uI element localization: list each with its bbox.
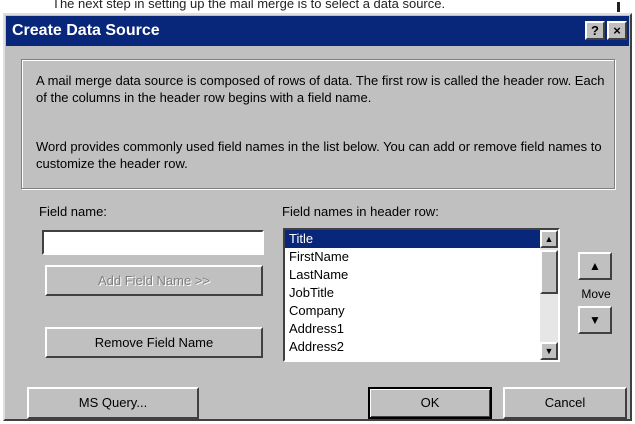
background-cursor — [617, 2, 620, 12]
create-data-source-dialog: Create Data Source ? × A mail merge data… — [3, 13, 632, 421]
cancel-button[interactable]: Cancel — [503, 387, 627, 419]
field-names-label: Field names in header row: — [282, 204, 439, 219]
scroll-up-icon[interactable]: ▲ — [540, 230, 558, 248]
help-button[interactable]: ? — [585, 21, 605, 40]
list-item[interactable]: Company — [285, 302, 540, 320]
ok-button[interactable]: OK — [368, 387, 492, 419]
info-paragraph-2: Word provides commonly used field names … — [36, 139, 602, 171]
info-group-box: A mail merge data source is composed of … — [21, 59, 615, 189]
scroll-down-icon[interactable]: ▼ — [540, 342, 558, 360]
background-text: The next step in setting up the mail mer… — [52, 0, 446, 11]
move-down-button[interactable]: ▼ — [578, 306, 612, 334]
field-name-input[interactable] — [42, 230, 264, 255]
field-names-list: Title FirstName LastName JobTitle Company Add… — [285, 230, 540, 356]
down-arrow-icon: ▼ — [589, 313, 601, 327]
dialog-title: Create Data Source — [12, 22, 160, 39]
add-field-name-button[interactable]: Add Field Name >> — [45, 265, 263, 296]
list-item[interactable]: Title — [285, 230, 540, 248]
list-item[interactable]: Address1 — [285, 320, 540, 338]
move-label: Move — [581, 287, 611, 301]
list-item[interactable]: LastName — [285, 266, 540, 284]
up-arrow-icon: ▲ — [589, 259, 601, 273]
close-button[interactable]: × — [607, 21, 627, 40]
list-item[interactable]: Address2 — [285, 338, 540, 356]
move-up-button[interactable]: ▲ — [578, 252, 612, 280]
list-item[interactable]: FirstName — [285, 248, 540, 266]
field-name-label: Field name: — [39, 204, 107, 219]
title-bar[interactable]: Create Data Source ? × — [6, 16, 629, 46]
field-names-listbox[interactable]: Title FirstName LastName JobTitle Company Add… — [283, 228, 560, 362]
info-paragraph-1: A mail merge data source is composed of … — [36, 73, 605, 105]
remove-field-name-button[interactable]: Remove Field Name — [45, 327, 263, 358]
list-item[interactable]: JobTitle — [285, 284, 540, 302]
list-scrollbar[interactable]: ▲ ▼ — [540, 230, 558, 360]
ms-query-button[interactable]: MS Query... — [27, 387, 199, 419]
scroll-thumb[interactable] — [540, 250, 558, 294]
